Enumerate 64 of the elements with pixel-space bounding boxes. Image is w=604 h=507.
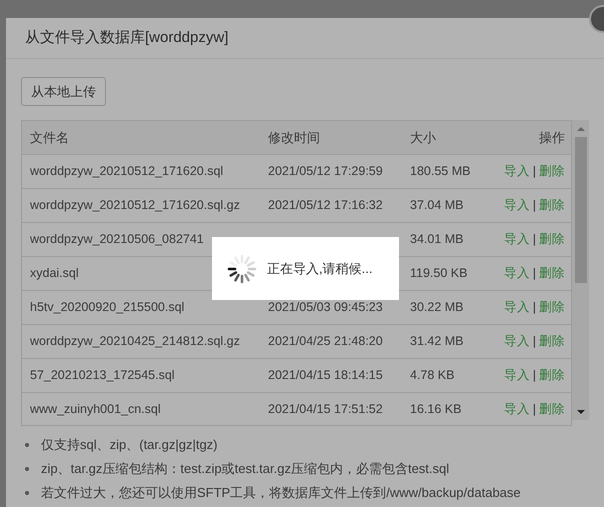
modified-time: 2021/04/25 21:48:20 <box>268 334 383 348</box>
modified-time: 2021/04/15 18:14:15 <box>268 368 383 382</box>
note-text: zip、tar.gz压缩包结构：test.zip或test.tar.gz压缩包内，必需包含test.sql <box>41 460 450 478</box>
scrollbar[interactable] <box>572 120 589 420</box>
scroll-down-icon[interactable] <box>576 407 586 417</box>
modified-time: 2021/05/12 17:29:59 <box>268 164 383 178</box>
file-size: 16.16 KB <box>410 402 462 416</box>
file-name: worddpzyw_20210512_171620.sql <box>30 164 224 178</box>
file-name: www_zuinyh001_cn.sql <box>30 402 161 416</box>
bullet-icon <box>25 467 29 471</box>
delete-link[interactable]: 删除 <box>539 230 565 249</box>
note-text: 若文件过大，您还可以使用SFTP工具，将数据库文件上传到/www/backup/database <box>41 484 521 502</box>
file-name: worddpzyw_20210512_171620.sql.gz <box>30 198 240 212</box>
separator: | <box>532 401 536 418</box>
file-name: xydai.sql <box>30 266 79 280</box>
delete-link[interactable]: 删除 <box>539 196 565 215</box>
import-link[interactable]: 导入 <box>504 196 530 215</box>
note-text: 仅支持sql、zip、(tar.gz|gz|tgz) <box>41 436 218 454</box>
file-size: 30.22 MB <box>410 300 464 314</box>
loading-message: 正在导入,请稍候... <box>267 260 372 278</box>
dialog-title: 从文件导入数据库[worddpzyw] <box>25 28 228 48</box>
file-size: 31.42 MB <box>410 334 464 348</box>
import-link[interactable]: 导入 <box>504 332 530 351</box>
modified-time: 2021/05/12 17:16:32 <box>268 198 383 212</box>
delete-link[interactable]: 删除 <box>539 366 565 385</box>
bullet-icon <box>25 443 29 447</box>
delete-link[interactable]: 删除 <box>539 162 565 181</box>
file-size: 4.78 KB <box>410 368 454 382</box>
delete-link[interactable]: 删除 <box>539 400 565 419</box>
file-size: 119.50 KB <box>410 266 468 280</box>
file-size: 34.01 MB <box>410 232 464 246</box>
delete-link[interactable]: 删除 <box>539 264 565 283</box>
separator: | <box>532 197 536 214</box>
separator: | <box>532 367 536 384</box>
file-name: 57_20210213_172545.sql <box>30 368 175 382</box>
upload-button[interactable]: 从本地上传 <box>21 77 106 106</box>
import-link[interactable]: 导入 <box>504 162 530 181</box>
column-header: 大小 <box>410 128 437 147</box>
delete-link[interactable]: 删除 <box>539 332 565 351</box>
import-link[interactable]: 导入 <box>504 366 530 385</box>
separator: | <box>532 163 536 180</box>
import-link[interactable]: 导入 <box>504 298 530 317</box>
column-header: 操作 <box>539 128 565 147</box>
separator: | <box>532 265 536 282</box>
import-link[interactable]: 导入 <box>504 230 530 249</box>
import-link[interactable]: 导入 <box>504 264 530 283</box>
modified-time: 2021/05/03 09:45:23 <box>268 300 383 314</box>
bullet-icon <box>25 491 29 495</box>
scroll-up-icon[interactable] <box>576 124 586 134</box>
scrollbar-thumb[interactable] <box>574 137 586 283</box>
separator: | <box>532 231 536 248</box>
column-header: 文件名 <box>29 128 70 147</box>
column-header: 修改时间 <box>268 128 321 147</box>
file-size: 37.04 MB <box>410 198 464 212</box>
separator: | <box>532 333 536 350</box>
spinner-icon <box>227 254 257 284</box>
file-name: worddpzyw_20210506_082741 <box>30 232 204 246</box>
file-name: worddpzyw_20210425_214812.sql.gz <box>30 334 240 348</box>
file-size: 180.55 MB <box>410 164 470 178</box>
modified-time: 2021/04/15 17:51:52 <box>268 402 383 416</box>
delete-link[interactable]: 删除 <box>539 298 565 317</box>
separator: | <box>532 299 536 316</box>
import-link[interactable]: 导入 <box>504 400 530 419</box>
file-name: h5tv_20200920_215500.sql <box>30 300 184 314</box>
